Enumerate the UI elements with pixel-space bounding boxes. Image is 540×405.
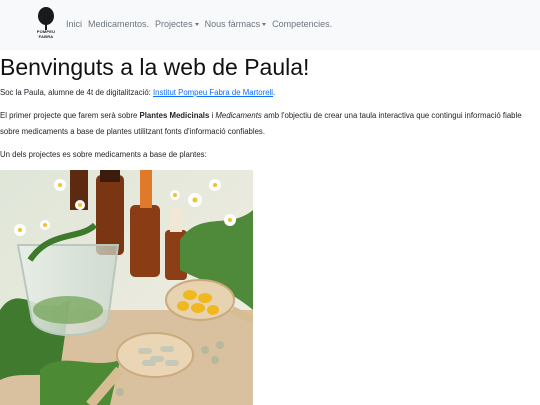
nav-item-medicamentos[interactable]: Medicamentos. [88, 19, 149, 29]
chevron-down-icon [194, 23, 199, 27]
projects-paragraph: Un dels projectes es sobre medicaments a… [0, 150, 207, 159]
chevron-down-icon [262, 23, 267, 27]
nav-item-projectes[interactable]: Projectes [155, 19, 199, 29]
nav-item-competencies[interactable]: Competencies. [272, 19, 332, 29]
brand-name: POMPEU FABRA [36, 29, 56, 39]
nav-label: Inici [66, 19, 83, 29]
nav-label: Nous fàrmacs [204, 19, 261, 29]
nav-label: Projectes [155, 19, 193, 29]
herbal-medicine-image [0, 170, 253, 405]
intro-end: . [273, 88, 276, 97]
nav-label: Competencies. [272, 19, 333, 29]
intro-paragraph: Soc la Paula, alumne de 4t de digitalitz… [0, 85, 530, 101]
project-italic: Medicaments [215, 111, 262, 120]
navbar: POMPEU FABRA Inici Medicamentos. Project… [0, 0, 540, 50]
brand-name-line2: FABRA [38, 33, 54, 39]
project-start: El primer projecte que farem serà sobre [0, 111, 140, 120]
school-link[interactable]: Institut Pompeu Fabra de Martorell [153, 88, 273, 97]
page-title: Benvinguts a la web de Paula! [0, 54, 310, 80]
nav-label: Medicamentos. [88, 19, 150, 29]
nav-item-nous-farmacs[interactable]: Nous fàrmacs [205, 19, 267, 29]
nav-menu: Inici Medicamentos. Projectes Nous fàrma… [66, 19, 338, 29]
project-bold: Plantes Medicinals [139, 111, 210, 120]
nav-item-inici[interactable]: Inici [66, 19, 82, 29]
intro-text: Soc la Paula, alumne de 4t de digitalitz… [0, 88, 153, 97]
project-paragraph: El primer projecte que farem serà sobre … [0, 108, 530, 140]
